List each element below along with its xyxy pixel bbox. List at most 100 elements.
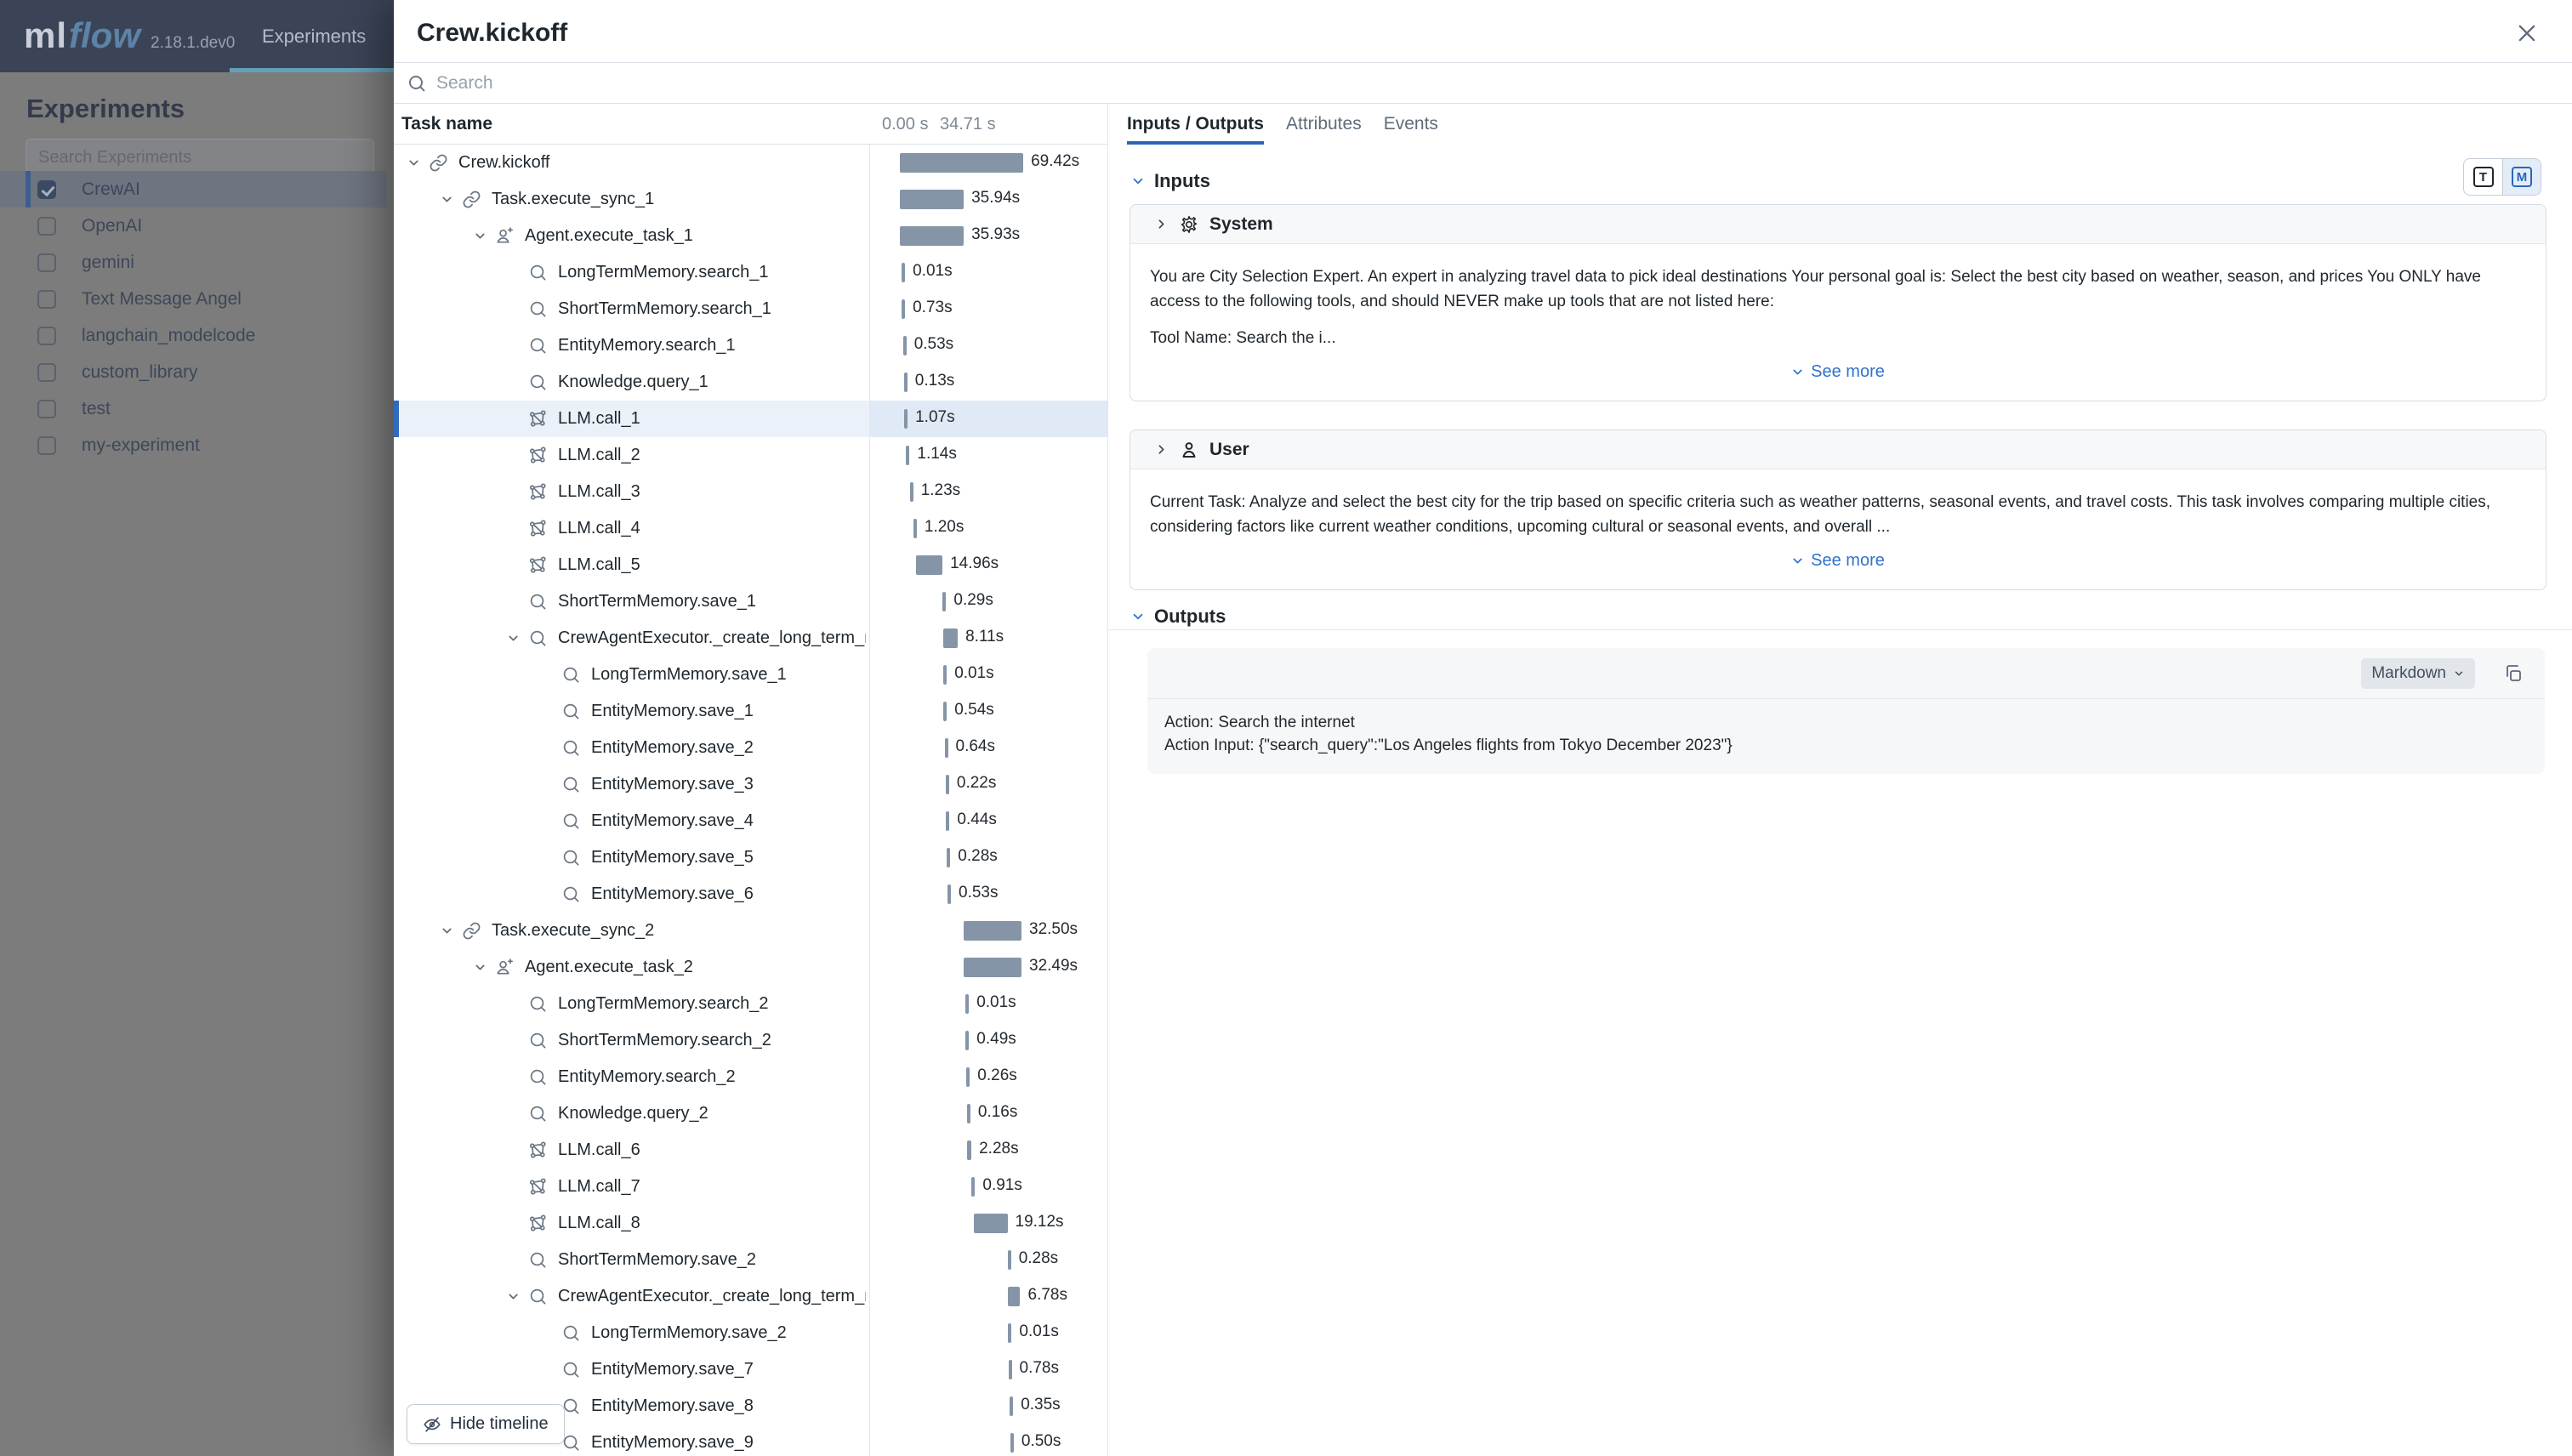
inputs-section-header[interactable]: Inputs [1130,170,1210,192]
span-row[interactable]: CrewAgentExecutor._create_long_term_memo… [394,620,1107,657]
message-text: You are City Selection Expert. An expert… [1150,264,2525,314]
span-row[interactable]: LLM.call_11.07s [394,401,1107,437]
span-rows: Crew.kickoff69.42sTask.execute_sync_135.… [394,145,1107,1456]
hide-timeline-button[interactable]: Hide timeline [407,1404,565,1444]
output-line: Action Input: {"search_query":"Los Angel… [1164,734,2528,757]
experiment-list-item[interactable]: gemini [0,244,387,281]
experiment-checkbox[interactable] [37,217,56,236]
experiment-list-item[interactable]: OpenAI [0,208,387,244]
text-view-button[interactable]: T [2464,159,2502,195]
chevron-down-icon[interactable] [506,1289,528,1304]
span-row[interactable]: ShortTermMemory.search_20.49s [394,1022,1107,1059]
span-row[interactable]: CrewAgentExecutor._create_long_term_memo… [394,1278,1107,1315]
experiment-list-item[interactable]: CrewAI [0,171,387,208]
outputs-content-card: Markdown Action: Search the internetActi… [1147,648,2545,774]
span-row[interactable]: LongTermMemory.save_20.01s [394,1315,1107,1351]
duration-label: 0.49s [976,1030,1016,1049]
experiment-checkbox[interactable] [37,363,56,382]
close-icon[interactable] [2509,15,2545,51]
span-row[interactable]: EntityMemory.save_40.44s [394,803,1107,839]
timeline-cell: 2.28s [869,1132,1107,1169]
markdown-view-button[interactable]: M [2502,159,2541,195]
span-row[interactable]: LLM.call_514.96s [394,547,1107,583]
search-icon [528,994,548,1014]
experiments-page-title: Experiments [26,94,185,124]
span-row[interactable]: LLM.call_62.28s [394,1132,1107,1169]
span-row[interactable]: EntityMemory.save_60.53s [394,876,1107,913]
tab-inputs-outputs[interactable]: Inputs / Outputs [1127,104,1264,145]
chevron-down-icon[interactable] [407,156,429,170]
span-row[interactable]: LLM.call_819.12s [394,1205,1107,1242]
llm-icon [528,1140,548,1160]
duration-bar [1008,1250,1011,1270]
duration-label: 32.49s [1029,957,1078,975]
span-row[interactable]: Task.execute_sync_135.94s [394,181,1107,218]
span-row[interactable]: EntityMemory.save_10.54s [394,693,1107,730]
span-row[interactable]: Knowledge.query_20.16s [394,1095,1107,1132]
experiment-list-item[interactable]: test [0,390,387,427]
span-row[interactable]: EntityMemory.search_10.53s [394,327,1107,364]
experiment-checkbox[interactable] [37,327,56,345]
duration-bar [913,519,917,538]
experiment-list-item[interactable]: langchain_modelcode [0,317,387,354]
span-row[interactable]: ShortTermMemory.save_10.29s [394,583,1107,620]
chevron-down-icon[interactable] [440,924,462,938]
span-row[interactable]: LongTermMemory.save_10.01s [394,657,1107,693]
span-row[interactable]: LongTermMemory.search_20.01s [394,986,1107,1022]
outputs-section-header[interactable]: Outputs [1130,606,1226,628]
search-icon [528,628,548,648]
chevron-down-icon[interactable] [473,960,495,975]
experiment-list-item[interactable]: Text Message Angel [0,281,387,317]
trace-search-input[interactable]: Search [394,62,2572,104]
span-row[interactable]: Crew.kickoff69.42s [394,145,1107,181]
tab-events[interactable]: Events [1384,104,1438,145]
experiment-checkbox[interactable] [37,253,56,272]
span-name: EntityMemory.save_9 [591,1433,866,1453]
timeline-cell: 19.12s [869,1205,1107,1242]
see-more-link[interactable]: See more [1150,362,2525,382]
span-row[interactable]: Agent.execute_task_232.49s [394,949,1107,986]
span-row[interactable]: EntityMemory.search_20.26s [394,1059,1107,1095]
search-icon [528,373,548,392]
duration-label: 35.93s [971,225,1020,244]
experiment-list-item[interactable]: custom_library [0,354,387,390]
experiment-checkbox[interactable] [37,180,56,199]
span-row[interactable]: LLM.call_31.23s [394,474,1107,510]
experiment-list-item[interactable]: my-experiment [0,427,387,464]
span-row[interactable]: EntityMemory.save_20.64s [394,730,1107,766]
chevron-down-icon[interactable] [440,192,462,207]
user-card-header[interactable]: User [1130,430,2546,469]
timeline-cell: 8.11s [869,620,1107,657]
span-row[interactable]: LLM.call_70.91s [394,1169,1107,1205]
span-row[interactable]: Knowledge.query_10.13s [394,364,1107,401]
copy-icon[interactable] [2503,663,2524,684]
span-row[interactable]: LLM.call_41.20s [394,510,1107,547]
span-row[interactable]: LongTermMemory.search_10.01s [394,254,1107,291]
tree-header: Task name 0.00 s 34.71 s [394,104,1107,145]
span-row[interactable]: EntityMemory.save_50.28s [394,839,1107,876]
experiment-checkbox[interactable] [37,436,56,455]
experiment-checkbox[interactable] [37,400,56,418]
chevron-down-icon[interactable] [506,631,528,646]
span-row[interactable]: EntityMemory.save_30.22s [394,766,1107,803]
experiment-name: Text Message Angel [82,289,242,310]
chevron-down-icon[interactable] [473,229,495,243]
system-card-header[interactable]: System [1130,205,2546,244]
format-select[interactable]: Markdown [2361,658,2475,689]
span-row[interactable]: ShortTermMemory.save_20.28s [394,1242,1107,1278]
span-row[interactable]: ShortTermMemory.search_10.73s [394,291,1107,327]
experiment-checkbox[interactable] [37,290,56,309]
span-row[interactable]: LLM.call_21.14s [394,437,1107,474]
duration-bar [904,373,908,392]
duration-bar [943,628,958,648]
navbar-item-experiments[interactable]: Experiments [230,0,398,72]
tab-attributes[interactable]: Attributes [1286,104,1362,145]
llm-icon [528,446,548,465]
experiment-name: gemini [82,253,134,273]
duration-bar [902,263,905,282]
timeline-axis-start: 0.00 s [882,115,928,134]
span-row[interactable]: Agent.execute_task_135.93s [394,218,1107,254]
span-row[interactable]: EntityMemory.save_70.78s [394,1351,1107,1388]
see-more-link[interactable]: See more [1150,551,2525,571]
span-row[interactable]: Task.execute_sync_232.50s [394,913,1107,949]
